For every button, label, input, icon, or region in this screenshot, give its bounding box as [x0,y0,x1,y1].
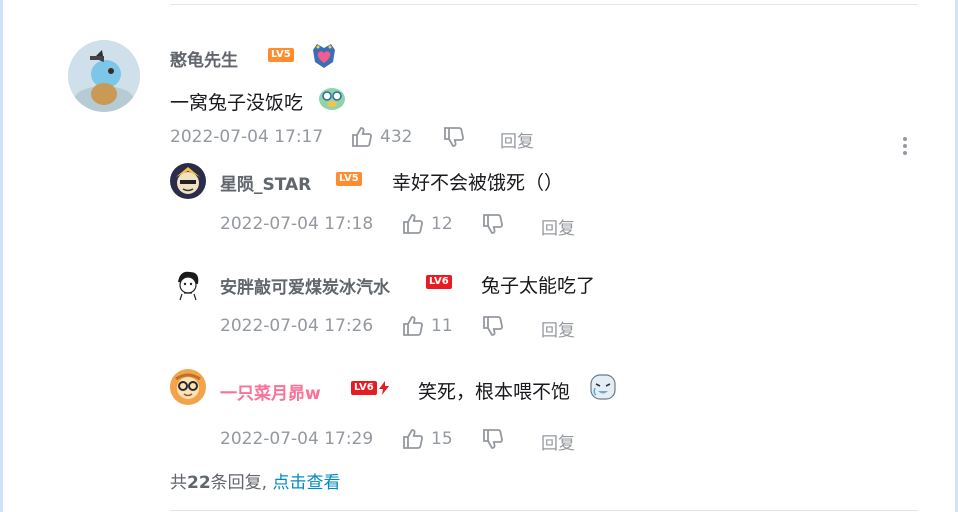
username[interactable]: 憨龟先生 [170,46,238,71]
thumbs-up-icon[interactable] [401,212,425,236]
summary-prefix: 共 [170,473,187,493]
level-badge: LV6 [426,275,452,289]
fan-medal-heart-icon [311,42,337,70]
thumbs-down-icon[interactable] [481,427,505,451]
level-badge: LV5 [268,48,294,62]
reply-button[interactable]: 回复 [500,127,534,152]
avatar[interactable] [170,369,206,405]
reply-button[interactable]: 回复 [541,214,575,239]
like-count: 12 [431,214,453,234]
username[interactable]: 一只菜月昴w [220,379,321,404]
reply-text: 笑死，根本喂不饱 [418,381,571,403]
thumbs-down-icon[interactable] [442,125,466,149]
top-divider [170,4,918,5]
lightning-icon [378,381,389,395]
like-count: 432 [380,127,413,147]
reply-button[interactable]: 回复 [541,429,575,454]
more-options-icon[interactable] [896,134,914,158]
reply-summary: 共22条回复, 点击查看 [170,468,340,493]
avatar[interactable] [68,40,140,112]
like-count: 15 [431,429,453,449]
reply-button[interactable]: 回复 [541,316,575,341]
timestamp: 2022-07-04 17:18 [220,214,374,234]
summary-suffix: 条回复, [210,473,268,493]
level-badge: LV6 [351,381,390,395]
timestamp: 2022-07-04 17:29 [220,429,374,449]
thumbs-down-icon[interactable] [481,212,505,236]
thumbs-up-icon[interactable] [401,427,425,451]
thumbs-down-icon[interactable] [481,314,505,338]
thumbs-up-icon[interactable] [401,314,425,338]
reply-text: 幸好不会被饿死（） [392,172,564,194]
laughing-emoji-icon [318,85,346,111]
timestamp: 2022-07-04 17:26 [220,316,374,336]
view-replies-link[interactable]: 点击查看 [272,473,340,493]
comment-text: 一窝兔子没饭吃 [170,92,304,114]
username[interactable]: 安胖敲可爱煤炭冰汽水 [220,273,390,298]
left-border [0,0,3,512]
avatar[interactable] [170,163,206,199]
avatar[interactable] [170,266,206,302]
crying-laugh-emoji-icon [589,373,617,401]
reply-text: 兔子太能吃了 [481,275,596,297]
reply-count: 22 [187,473,211,493]
level-badge: LV5 [336,172,362,186]
thumbs-up-icon[interactable] [350,125,374,149]
bottom-divider [170,510,918,511]
like-count: 11 [431,316,453,336]
timestamp: 2022-07-04 17:17 [170,127,324,147]
username[interactable]: 星陨_STAR [220,170,311,195]
